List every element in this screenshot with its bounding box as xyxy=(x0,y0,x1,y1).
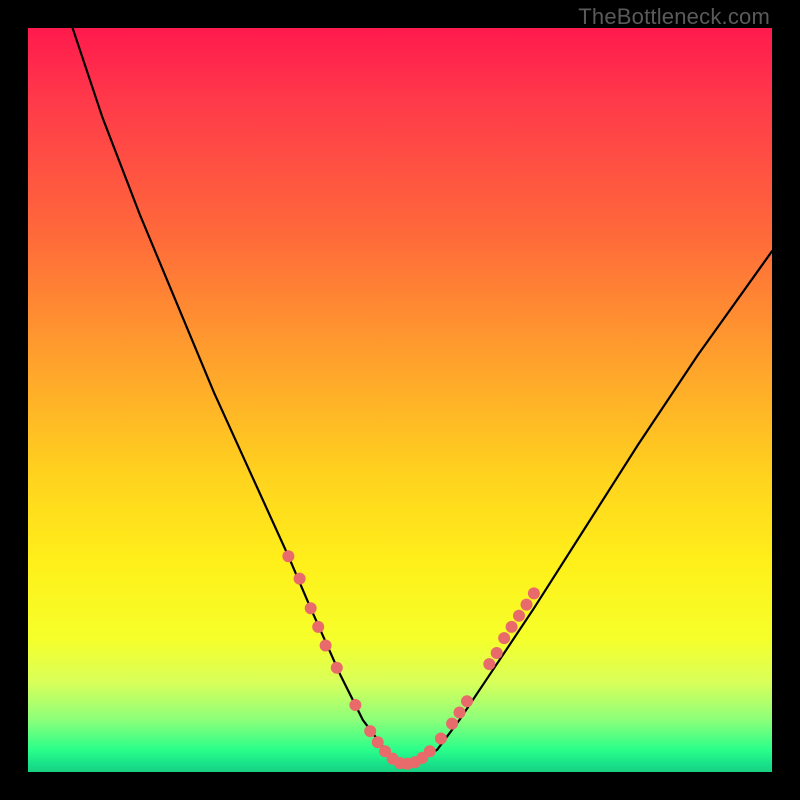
curve-marker xyxy=(491,647,503,659)
curve-marker xyxy=(498,632,510,644)
curve-marker xyxy=(521,599,533,611)
watermark-text: TheBottleneck.com xyxy=(578,4,770,30)
curve-marker xyxy=(528,587,540,599)
curve-marker xyxy=(331,662,343,674)
curve-marker xyxy=(454,707,466,719)
curve-marker xyxy=(312,621,324,633)
curve-marker xyxy=(294,573,306,585)
curve-marker xyxy=(320,640,332,652)
curve-marker xyxy=(506,621,518,633)
curve-marker xyxy=(424,745,436,757)
curve-marker xyxy=(282,550,294,562)
curve-marker xyxy=(364,725,376,737)
curve-marker xyxy=(461,695,473,707)
curve-marker xyxy=(446,718,458,730)
bottleneck-curve xyxy=(73,28,772,765)
chart-svg xyxy=(28,28,772,772)
outer-frame: TheBottleneck.com xyxy=(0,0,800,800)
curve-marker xyxy=(483,658,495,670)
curve-marker xyxy=(435,733,447,745)
curve-marker xyxy=(305,602,317,614)
plot-area xyxy=(28,28,772,772)
curve-marker xyxy=(349,699,361,711)
curve-marker xyxy=(513,610,525,622)
curve-markers xyxy=(282,550,540,770)
